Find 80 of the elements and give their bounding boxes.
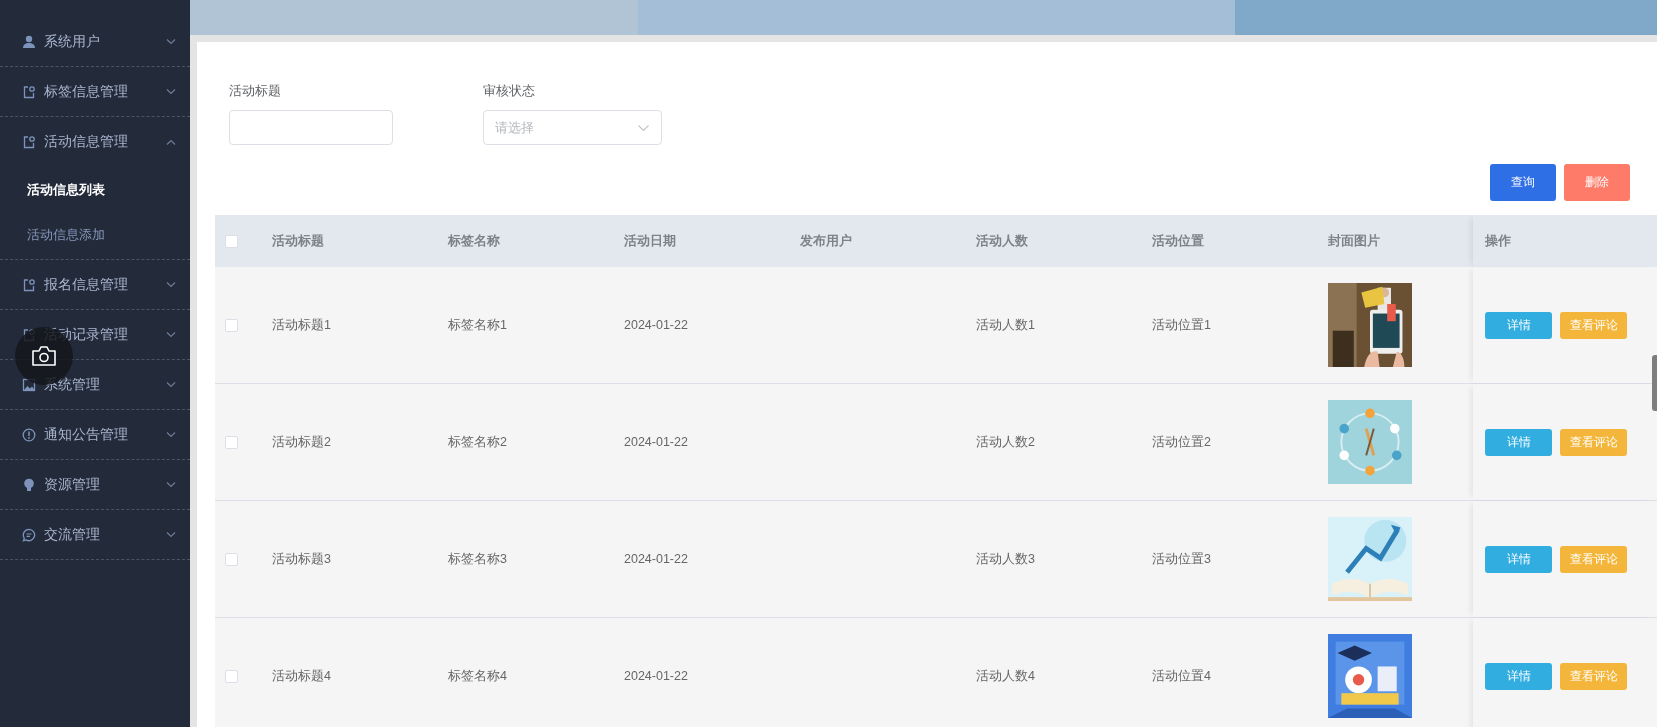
- column-header: 活动位置: [1152, 232, 1204, 250]
- table-cell: 活动人数3: [976, 550, 1035, 568]
- checkbox[interactable]: [225, 318, 238, 332]
- menu-item[interactable]: 资源管理: [0, 460, 190, 510]
- table-cell: 活动人数4: [976, 667, 1035, 685]
- submenu-item[interactable]: 活动信息添加: [0, 212, 190, 257]
- details-button[interactable]: 详情: [1485, 428, 1552, 456]
- table-cell: 标签名称1: [448, 316, 507, 334]
- chevron-down-icon: [166, 381, 176, 388]
- menu-item[interactable]: 标签信息管理: [0, 67, 190, 117]
- menu-item[interactable]: 通知公告管理: [0, 410, 190, 460]
- column-header: 活动日期: [624, 232, 676, 250]
- table-cell: 标签名称2: [448, 433, 507, 451]
- checkbox[interactable]: [225, 234, 238, 248]
- search-button[interactable]: 查询: [1490, 164, 1556, 201]
- table-cell: 活动人数2: [976, 433, 1035, 451]
- camera-icon: [31, 345, 57, 367]
- table-cell: 活动标题2: [272, 433, 331, 451]
- chevron-down-icon: [638, 124, 649, 131]
- menu-label: 通知公告管理: [44, 425, 129, 444]
- table-cell: 活动位置1: [1152, 316, 1211, 334]
- person-icon: [22, 34, 36, 49]
- menu-item[interactable]: 交流管理: [0, 510, 190, 560]
- checkbox[interactable]: [225, 552, 238, 566]
- column-header: 活动人数: [976, 232, 1028, 250]
- table-cell: 活动标题4: [272, 667, 331, 685]
- alert-icon: [22, 427, 36, 442]
- details-button[interactable]: 详情: [1485, 545, 1552, 573]
- menu-item[interactable]: 报名信息管理: [0, 260, 190, 310]
- details-button[interactable]: 详情: [1485, 662, 1552, 690]
- column-header: 活动标题: [272, 232, 324, 250]
- scrollbar[interactable]: [1652, 355, 1657, 411]
- menu-item[interactable]: 活动信息管理: [0, 117, 190, 167]
- column-header: 操作: [1485, 232, 1511, 250]
- table-cell: 2024-01-22: [624, 435, 688, 449]
- checkbox[interactable]: [225, 669, 238, 683]
- field-label: 活动标题: [229, 82, 282, 100]
- input-field[interactable]: [229, 110, 393, 145]
- menu-label: 系统用户: [44, 32, 101, 51]
- chevron-down-icon: [166, 88, 176, 95]
- menu-label: 活动记录管理: [44, 325, 129, 344]
- chevron-up-icon: [166, 139, 176, 145]
- menu-label: 资源管理: [44, 475, 101, 494]
- table-cell: 2024-01-22: [624, 552, 688, 566]
- image-icon: [22, 377, 36, 392]
- card-icon: [22, 84, 36, 99]
- table-cell: 活动位置3: [1152, 550, 1211, 568]
- field-label: 审核状态: [483, 82, 536, 100]
- chevron-down-icon: [166, 431, 176, 438]
- menu-item[interactable]: 系统用户: [0, 17, 190, 67]
- table-cell: 2024-01-22: [624, 669, 688, 683]
- card-icon: [22, 135, 36, 149]
- chat-icon: [22, 527, 36, 542]
- table-cell: 活动位置2: [1152, 433, 1211, 451]
- chevron-down-icon: [166, 531, 176, 538]
- menu-label: 系统管理: [44, 375, 101, 394]
- column-header: 封面图片: [1328, 232, 1380, 250]
- chevron-down-icon: [166, 481, 176, 488]
- chevron-down-icon: [166, 281, 176, 288]
- table-cell: 标签名称4: [448, 667, 507, 685]
- menu-label: 交流管理: [44, 525, 101, 544]
- table-cell: 标签名称3: [448, 550, 507, 568]
- menu-label: 报名信息管理: [44, 275, 129, 294]
- menu-label: 标签信息管理: [44, 82, 129, 101]
- table-cell: 2024-01-22: [624, 318, 688, 332]
- chevron-down-icon: [166, 331, 176, 338]
- table-cell: 活动人数1: [976, 316, 1035, 334]
- menu-label: 活动信息管理: [44, 133, 129, 151]
- delete-button[interactable]: 删除: [1564, 164, 1630, 201]
- table-cell: 活动位置4: [1152, 667, 1211, 685]
- checkbox[interactable]: [225, 435, 238, 449]
- submenu-item[interactable]: 活动信息列表: [0, 167, 190, 212]
- table-cell: 活动标题1: [272, 316, 331, 334]
- column-header: 标签名称: [448, 232, 500, 250]
- column-header: 发布用户: [800, 232, 852, 250]
- table-cell: 活动标题3: [272, 550, 331, 568]
- bulb-icon: [22, 477, 36, 492]
- chevron-down-icon: [166, 38, 176, 45]
- card-icon: [22, 277, 36, 292]
- details-button[interactable]: 详情: [1485, 311, 1552, 339]
